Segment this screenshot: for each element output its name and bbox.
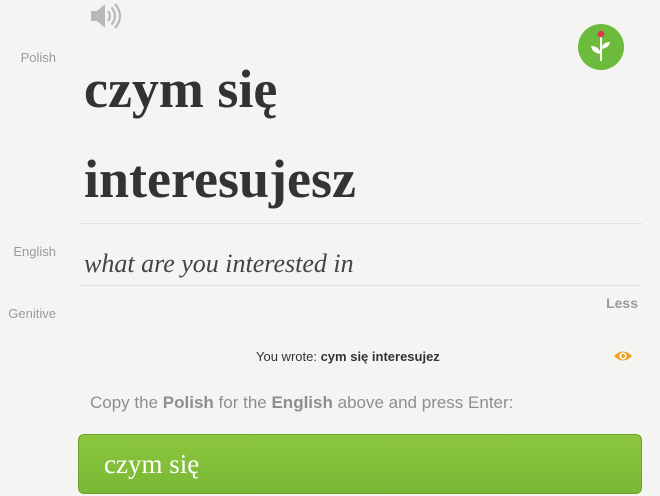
prompt-line-2: interesujesz bbox=[84, 149, 356, 209]
you-wrote-prefix: You wrote: bbox=[256, 349, 317, 364]
instruction-text: Copy the Polish for the English above an… bbox=[90, 393, 514, 412]
flower-logo-icon[interactable] bbox=[577, 23, 625, 71]
you-wrote-feedback: You wrote: cym się interesujez bbox=[256, 349, 440, 364]
english-label: English bbox=[13, 244, 56, 259]
answer-input[interactable]: czym się bbox=[78, 434, 642, 494]
genitive-label: Genitive bbox=[8, 306, 56, 321]
divider bbox=[80, 223, 642, 224]
answer-input-value: czym się bbox=[104, 449, 200, 479]
divider bbox=[80, 285, 642, 286]
prompt-line-1: czym się bbox=[84, 59, 278, 119]
speaker-icon[interactable] bbox=[88, 0, 122, 32]
user-answer: cym się interesujez bbox=[320, 349, 440, 364]
polish-label: Polish bbox=[20, 50, 56, 65]
eye-icon[interactable] bbox=[612, 346, 634, 366]
less-button[interactable]: Less bbox=[606, 295, 638, 311]
english-translation: what are you interested in bbox=[84, 249, 354, 278]
